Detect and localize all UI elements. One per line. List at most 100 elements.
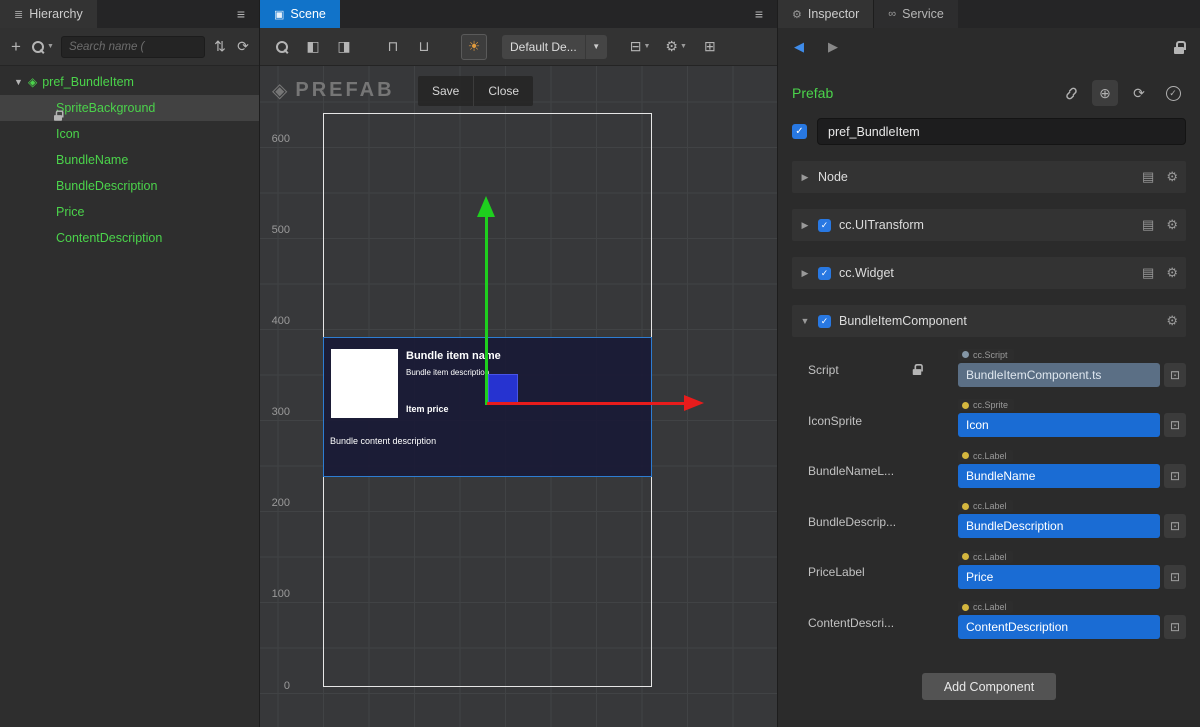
gizmo-x-axis-arrowhead[interactable] xyxy=(684,395,704,411)
add-component-button[interactable]: Add Component xyxy=(922,673,1056,700)
tree-item-contentdescription[interactable]: ContentDescription xyxy=(0,225,259,251)
grid-view-icon[interactable]: ⊞ xyxy=(702,36,718,58)
component-enabled-checkbox[interactable] xyxy=(818,315,831,328)
chevron-down-icon: ▼ xyxy=(47,43,54,50)
locate-reference-icon[interactable]: ⊡ xyxy=(1164,413,1186,437)
active-checkbox[interactable] xyxy=(792,124,807,139)
magnifier-icon xyxy=(275,40,289,54)
align-top-icon[interactable]: ⊓ xyxy=(385,36,401,58)
hierarchy-panel: ≣ Hierarchy ≡ + ▼ ⇅ ⟳ ▼ ◈ pref_BundleIte… xyxy=(0,0,260,727)
prefab-header: Prefab ⊕ ⟳ ✓ xyxy=(792,80,1186,106)
nav-forward-icon[interactable]: ▶ xyxy=(828,39,838,55)
prop-iconsprite: IconSprite cc.Sprite Icon ⊡ xyxy=(792,398,1186,438)
check-circle-icon: ✓ xyxy=(1166,86,1181,101)
section-uitransform[interactable]: ▶ cc.UITransform ▤⚙ xyxy=(792,209,1186,241)
tab-hierarchy[interactable]: ≣ Hierarchy xyxy=(0,0,97,28)
tree-item-bundlename[interactable]: BundleName xyxy=(0,147,259,173)
nav-back-icon[interactable]: ◀ xyxy=(794,39,804,55)
locate-reference-icon[interactable]: ⊡ xyxy=(1164,363,1186,387)
close-button[interactable]: Close xyxy=(473,76,533,106)
doc-icon[interactable]: ▤ xyxy=(1142,265,1154,281)
section-bundleitemcomponent[interactable]: ▼ BundleItemComponent ⚙ xyxy=(792,305,1186,337)
node-name-row xyxy=(792,118,1186,145)
tree-item-price[interactable]: Price xyxy=(0,199,259,225)
zoom-icon[interactable] xyxy=(274,36,290,58)
reset-prefab-icon[interactable]: ⟳ xyxy=(1126,80,1152,106)
tree-item-pref-bundleitem[interactable]: ▼ ◈ pref_BundleItem xyxy=(0,69,259,95)
gear-icon[interactable]: ⚙ xyxy=(1166,265,1178,281)
locate-reference-icon[interactable]: ⊡ xyxy=(1164,464,1186,488)
unlink-prefab-icon[interactable] xyxy=(1058,80,1084,106)
scene-menu-icon[interactable]: ≡ xyxy=(741,0,777,28)
section-widget[interactable]: ▶ cc.Widget ▤⚙ xyxy=(792,257,1186,289)
apply-prefab-icon[interactable]: ✓ xyxy=(1160,80,1186,106)
type-chip-label: cc.Label xyxy=(973,501,1007,511)
refresh-icon[interactable]: ⟳ xyxy=(235,36,251,58)
ruler-label: 0 xyxy=(264,680,290,692)
align-bottom-icon[interactable]: ⊔ xyxy=(416,36,432,58)
section-node[interactable]: ▶ Node ▤⚙ xyxy=(792,161,1186,193)
component-enabled-checkbox[interactable] xyxy=(818,219,831,232)
node-reference-field[interactable]: Icon xyxy=(958,413,1160,437)
tree-item-icon[interactable]: Icon xyxy=(0,121,259,147)
gear-icon: ⚙ xyxy=(792,8,802,21)
mode-dropdown[interactable]: Default De... ▼ xyxy=(502,35,607,59)
tab-service-label: Service xyxy=(902,7,944,21)
locate-reference-icon[interactable]: ⊡ xyxy=(1164,615,1186,639)
collapse-arrow-icon[interactable]: ▼ xyxy=(800,316,810,326)
locate-reference-icon[interactable]: ⊡ xyxy=(1164,565,1186,589)
hierarchy-tabbar: ≣ Hierarchy ≡ xyxy=(0,0,259,28)
collapse-arrow-icon[interactable]: ▶ xyxy=(800,220,810,231)
node-reference-field[interactable]: Price xyxy=(958,565,1160,589)
inspector-nav: ◀ ▶ xyxy=(778,28,1200,66)
rotate-gizmo-icon[interactable]: ◨ xyxy=(336,36,352,58)
component-enabled-checkbox[interactable] xyxy=(818,267,831,280)
node-reference-field[interactable]: BundleName xyxy=(958,464,1160,488)
doc-icon[interactable]: ▤ xyxy=(1142,169,1154,185)
scene-viewport[interactable]: 600 500 400 300 200 100 0 ◈ PREFAB Save … xyxy=(260,66,777,727)
collapse-arrow-icon[interactable]: ▶ xyxy=(800,172,810,183)
prefab-header-icons: ⊕ ⟳ ✓ xyxy=(1058,80,1186,106)
search-icon[interactable]: ▼ xyxy=(31,36,54,58)
add-component-row: Add Component xyxy=(792,673,1186,700)
type-dot-icon xyxy=(962,452,969,459)
tab-inspector[interactable]: ⚙ Inspector xyxy=(778,0,873,28)
scene-toolbar: ◧ ◨ ⊓ ⊔ ☀ Default De... ▼ ⊟▼ ⚙▼ ⊞ xyxy=(260,28,777,66)
type-chip-label: cc.Label xyxy=(973,451,1007,461)
node-reference-field[interactable]: ContentDescription xyxy=(958,615,1160,639)
save-button[interactable]: Save xyxy=(418,76,473,106)
chevron-down-icon: ▼ xyxy=(643,43,650,50)
gear-icon[interactable]: ⚙ xyxy=(1166,169,1178,185)
prop-bundledescription-label: BundleDescrip... cc.Label BundleDescript… xyxy=(792,499,1186,539)
lock-icon[interactable] xyxy=(1174,41,1184,54)
tab-service[interactable]: ∞ Service xyxy=(873,0,958,28)
gizmo-x-axis[interactable] xyxy=(487,402,685,405)
tree-item-bundledescription[interactable]: BundleDescription xyxy=(0,173,259,199)
gear-icon[interactable]: ⚙ xyxy=(1166,217,1178,233)
node-reference-field[interactable]: BundleDescription xyxy=(958,514,1160,538)
locate-asset-icon[interactable]: ⊕ xyxy=(1092,80,1118,106)
tree-item-spritebackground[interactable]: SpriteBackground xyxy=(0,95,259,121)
doc-icon[interactable]: ▤ xyxy=(1142,217,1154,233)
gizmo-settings-button[interactable]: ☀ xyxy=(461,34,487,60)
gizmo-y-axis-arrowhead[interactable] xyxy=(477,196,495,217)
collapse-all-icon[interactable]: ⇅ xyxy=(212,36,228,58)
script-reference-field[interactable]: BundleItemComponent.ts xyxy=(958,363,1160,387)
locate-reference-icon[interactable]: ⊡ xyxy=(1164,514,1186,538)
gizmo-anchor-handle[interactable] xyxy=(488,374,518,404)
search-input[interactable] xyxy=(61,36,205,58)
hierarchy-menu-icon[interactable]: ≡ xyxy=(223,0,259,28)
prefab-mode-badge: ◈ PREFAB xyxy=(272,78,395,103)
lock-icon[interactable] xyxy=(54,110,62,120)
node-name-input[interactable] xyxy=(817,118,1186,145)
gear-icon[interactable]: ⚙ xyxy=(1166,313,1178,329)
gear-dropdown-icon[interactable]: ⚙▼ xyxy=(665,36,687,58)
prefab-badge-label: PREFAB xyxy=(295,79,394,102)
layers-dropdown-icon[interactable]: ⊟▼ xyxy=(630,36,651,58)
collapse-arrow-icon[interactable]: ▶ xyxy=(800,268,810,279)
translate-gizmo-icon[interactable]: ◧ xyxy=(305,36,321,58)
expand-arrow-icon[interactable]: ▼ xyxy=(14,77,28,87)
ruler-label: 500 xyxy=(264,224,290,236)
tab-scene[interactable]: ▣ Scene xyxy=(260,0,340,28)
add-node-button[interactable]: + xyxy=(8,36,24,58)
